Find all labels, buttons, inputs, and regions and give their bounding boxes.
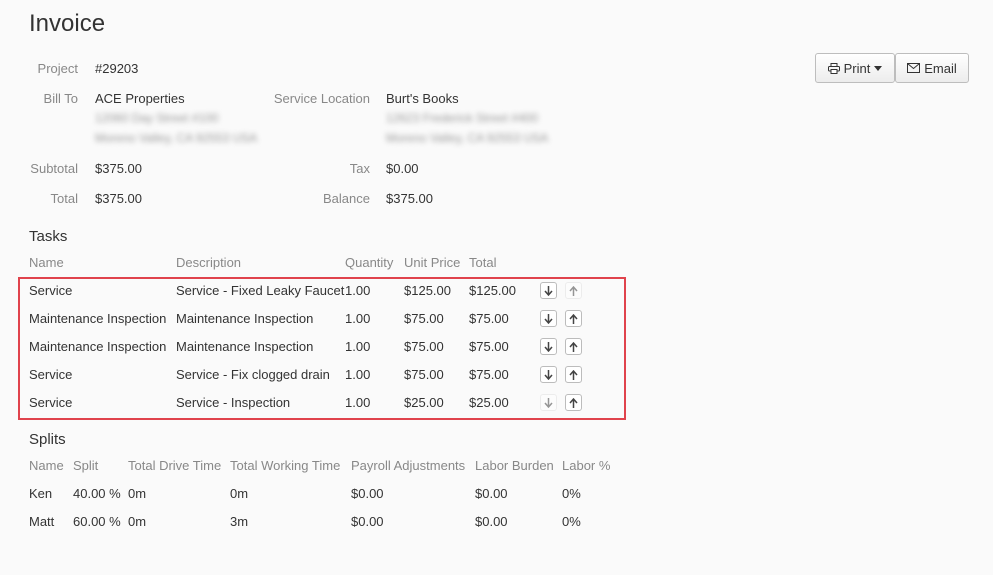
task-total: $75.00 — [469, 311, 509, 326]
task-name: Service — [29, 367, 73, 382]
total-value: $375.00 — [95, 191, 142, 206]
envelope-icon — [907, 63, 921, 73]
caret-down-icon — [874, 65, 883, 71]
move-down-button[interactable] — [540, 282, 557, 299]
task-unit-price: $125.00 — [404, 283, 451, 298]
tasks-col-total: Total — [469, 255, 497, 270]
arrow-up-icon — [569, 397, 578, 408]
move-up-button[interactable] — [565, 338, 582, 355]
email-label: Email — [924, 60, 957, 76]
service-location-address-line2: Moreno Valley, CA 92553 USA — [386, 131, 549, 145]
split-labor-pct: 0% — [562, 486, 581, 501]
move-down-button[interactable] — [540, 310, 557, 327]
tasks-col-description: Description — [176, 255, 242, 270]
print-button[interactable]: Print — [815, 53, 895, 83]
task-name: Maintenance Inspection — [29, 339, 167, 354]
tasks-col-unit-price: Unit Price — [404, 255, 461, 270]
arrow-up-icon — [569, 369, 578, 380]
task-quantity: 1.00 — [345, 283, 371, 298]
task-name: Service — [29, 395, 73, 410]
split-labor-burden: $0.00 — [475, 514, 508, 529]
subtotal-value: $375.00 — [95, 161, 142, 176]
subtotal-label: Subtotal — [30, 161, 78, 176]
move-up-button[interactable] — [565, 282, 582, 299]
task-description: Maintenance Inspection — [176, 311, 314, 326]
service-location-name: Burt's Books — [386, 91, 459, 106]
splits-col-labor-burden: Labor Burden — [475, 458, 554, 473]
splits-col-payroll: Payroll Adjustments — [351, 458, 466, 473]
move-down-button[interactable] — [540, 338, 557, 355]
task-total: $125.00 — [469, 283, 516, 298]
task-description: Service - Fix clogged drain — [176, 367, 330, 382]
task-description: Maintenance Inspection — [176, 339, 314, 354]
balance-label: Balance — [323, 191, 370, 206]
split-drive-time: 0m — [128, 514, 147, 529]
split-payroll: $0.00 — [351, 514, 384, 529]
task-quantity: 1.00 — [345, 395, 371, 410]
task-name: Service — [29, 283, 73, 298]
bill-to-address-line1: 12060 Day Street #100 — [95, 111, 219, 125]
splits-heading: Splits — [29, 431, 66, 448]
split-drive-time: 0m — [128, 486, 147, 501]
print-label: Print — [843, 60, 871, 76]
tax-label: Tax — [349, 161, 370, 176]
task-description: Service - Fixed Leaky Faucet — [176, 283, 345, 298]
splits-col-working-time: Total Working Time — [230, 458, 341, 473]
move-up-button[interactable] — [565, 366, 582, 383]
arrow-down-icon — [544, 313, 553, 324]
service-location-address-line1: 12623 Frederick Street #400 — [386, 111, 539, 125]
email-button[interactable]: Email — [895, 53, 969, 83]
split-percent: 60.00 % — [73, 514, 121, 529]
move-down-button[interactable] — [540, 394, 557, 411]
arrow-down-icon — [544, 397, 553, 408]
split-labor-pct: 0% — [562, 514, 581, 529]
arrow-up-icon — [569, 285, 578, 296]
split-labor-burden: $0.00 — [475, 486, 508, 501]
task-total: $25.00 — [469, 395, 509, 410]
splits-col-labor-pct: Labor % — [562, 458, 611, 473]
arrow-up-icon — [569, 313, 578, 324]
move-up-button[interactable] — [565, 394, 582, 411]
project-value: #29203 — [95, 61, 139, 76]
page-title: Invoice — [29, 10, 106, 37]
task-unit-price: $75.00 — [404, 339, 444, 354]
project-label: Project — [37, 61, 78, 76]
tasks-col-quantity: Quantity — [345, 255, 394, 270]
total-label: Total — [50, 191, 78, 206]
split-working-time: 0m — [230, 486, 249, 501]
arrow-down-icon — [544, 369, 553, 380]
task-total: $75.00 — [469, 367, 509, 382]
tasks-heading: Tasks — [29, 228, 68, 245]
split-name: Matt — [29, 514, 55, 529]
split-working-time: 3m — [230, 514, 249, 529]
balance-value: $375.00 — [386, 191, 433, 206]
task-quantity: 1.00 — [345, 367, 371, 382]
task-total: $75.00 — [469, 339, 509, 354]
tasks-col-name: Name — [29, 255, 64, 270]
task-quantity: 1.00 — [345, 311, 371, 326]
arrow-down-icon — [544, 285, 553, 296]
splits-col-split: Split — [73, 458, 99, 473]
bill-to-name: ACE Properties — [95, 91, 185, 106]
bill-to-label: Bill To — [43, 91, 78, 106]
move-up-button[interactable] — [565, 310, 582, 327]
split-percent: 40.00 % — [73, 486, 121, 501]
printer-icon — [827, 62, 840, 74]
task-name: Maintenance Inspection — [29, 311, 167, 326]
splits-col-name: Name — [29, 458, 64, 473]
arrow-down-icon — [544, 341, 553, 352]
task-description: Service - Inspection — [176, 395, 291, 410]
service-location-label: Service Location — [273, 91, 370, 106]
task-unit-price: $25.00 — [404, 395, 444, 410]
splits-col-drive-time: Total Drive Time — [128, 458, 222, 473]
task-quantity: 1.00 — [345, 339, 371, 354]
move-down-button[interactable] — [540, 366, 557, 383]
tax-value: $0.00 — [386, 161, 419, 176]
bill-to-address-line2: Moreno Valley, CA 92553 USA — [95, 131, 258, 145]
task-unit-price: $75.00 — [404, 311, 444, 326]
task-unit-price: $75.00 — [404, 367, 444, 382]
arrow-up-icon — [569, 341, 578, 352]
split-payroll: $0.00 — [351, 486, 384, 501]
split-name: Ken — [29, 486, 53, 501]
